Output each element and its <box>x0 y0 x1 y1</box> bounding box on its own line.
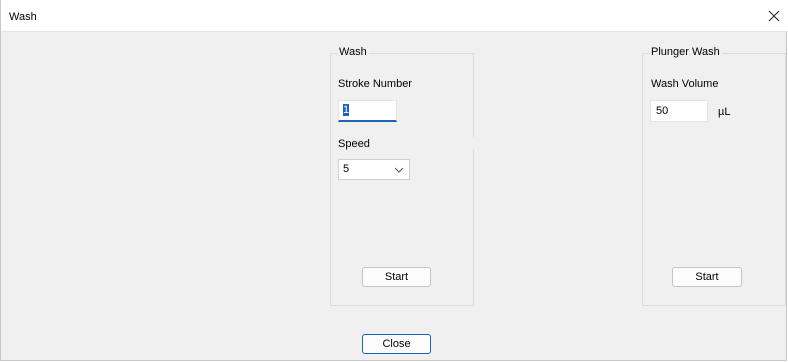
window-title: Wash <box>9 11 37 23</box>
wash-start-button[interactable]: Start <box>362 267 431 287</box>
close-button[interactable]: Close <box>362 334 431 354</box>
wash-volume-input[interactable]: 50 <box>650 100 708 122</box>
wash-group-gap <box>471 137 477 149</box>
wash-volume-value: 50 <box>656 105 669 117</box>
plunger-start-label: Start <box>695 271 719 283</box>
wash-volume-unit: µL <box>718 106 731 118</box>
plunger-wash-group-label: Plunger Wash <box>649 46 722 58</box>
stroke-number-label: Stroke Number <box>338 78 412 90</box>
stroke-number-value: 1 <box>343 104 350 116</box>
close-icon <box>768 10 780 22</box>
title-bar: Wash <box>1 0 788 32</box>
speed-select-value: 5 <box>343 163 350 175</box>
close-button-label: Close <box>382 338 411 350</box>
wash-dialog: Wash Wash Stroke Number 1 Speed 5 Start … <box>0 0 788 361</box>
chevron-down-icon <box>394 165 404 177</box>
stroke-number-input[interactable]: 1 <box>338 100 397 122</box>
wash-group-label: Wash <box>337 46 369 58</box>
plunger-start-button[interactable]: Start <box>672 267 742 287</box>
wash-start-label: Start <box>384 271 409 283</box>
speed-label: Speed <box>338 138 370 150</box>
wash-volume-label: Wash Volume <box>651 78 719 90</box>
speed-select[interactable]: 5 <box>338 159 410 180</box>
window-close-button[interactable] <box>764 6 784 26</box>
